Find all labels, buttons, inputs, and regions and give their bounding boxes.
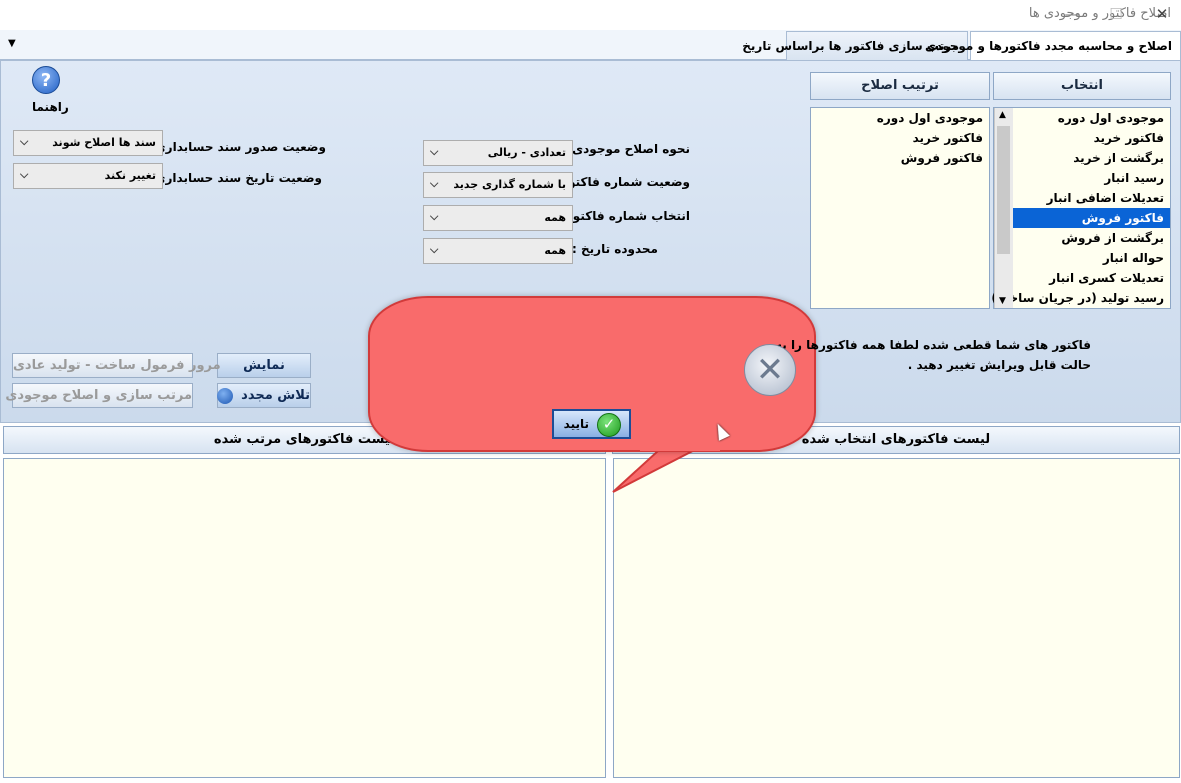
list-item-selected[interactable]: فاکتور فروش (1006, 208, 1170, 228)
list-item[interactable]: موجودی اول دوره (1006, 108, 1170, 128)
accounting-doc-status-label: وضعیت صدور سند حسابداری : (145, 140, 326, 154)
balloon-tail-join (640, 438, 720, 451)
sorted-invoices-list[interactable] (3, 458, 606, 778)
accounting-doc-date-select[interactable]: تغییر نکند ⌵ (13, 163, 163, 189)
inventory-fix-method-label: نحوه اصلاح موجودی : (563, 142, 690, 156)
tab-fix-invoices[interactable]: اصلاح و محاسبه مجدد فاکتورها و موجودی (925, 31, 1181, 61)
list-item[interactable]: تعدیلات اضافی انبار (1006, 188, 1170, 208)
invoice-number-select-label: انتخاب شماره فاکتور : (556, 209, 690, 223)
show-button[interactable]: نمایش (217, 353, 311, 378)
dialog-message: فاکتور های شما قطعی شده لطفا همه فاکتوره… (774, 338, 1091, 372)
invoice-number-status-label: وضعیت شماره فاکتور : (552, 175, 690, 189)
chevron-down-icon[interactable]: ⌵ (430, 243, 438, 257)
accounting-doc-date-label: وضعیت تاریخ سند حسابداری : (145, 171, 322, 185)
scroll-down-icon[interactable]: ▼ (999, 296, 1006, 306)
list-item[interactable]: رسید انبار (1006, 168, 1170, 188)
list-item[interactable]: فاکتور خرید (1006, 128, 1170, 148)
chevron-down-icon[interactable]: ⌵ (430, 177, 438, 191)
scroll-up-icon[interactable]: ▲ (999, 110, 1006, 120)
selected-invoices-list[interactable] (613, 458, 1180, 778)
close-window-icon[interactable]: ✕ (1140, 0, 1181, 30)
list-item[interactable]: فاکتور فروش (901, 148, 989, 168)
error-x-icon: ✕ (744, 344, 796, 396)
check-icon: ✓ (597, 413, 621, 437)
list-item[interactable]: حواله انبار (1006, 248, 1170, 268)
help-label: راهنما (32, 100, 69, 114)
chevron-down-icon[interactable]: ⌵ (20, 135, 28, 149)
scroll-thumb[interactable] (997, 126, 1010, 254)
date-range-select[interactable]: همه ⌵ (423, 238, 573, 264)
list-item[interactable]: رسید تولید (در جریان ساخت) (991, 288, 1170, 308)
list-item[interactable]: موجودی اول دوره (877, 108, 989, 128)
ok-button-label: تایید (563, 417, 589, 431)
order-header[interactable]: ترتیب اصلاح (810, 72, 990, 100)
refresh-icon (216, 387, 233, 404)
invoice-number-select[interactable]: همه ⌵ (423, 205, 573, 231)
accounting-doc-status-select[interactable]: سند ها اصلاح شوند ⌵ (13, 130, 163, 156)
review-formula-button[interactable]: مرور فرمول ساخت - تولید عادی (12, 353, 221, 378)
tab-menu-arrow-icon[interactable]: ▼ (8, 38, 16, 49)
inventory-fix-method-select[interactable]: تعدادی - ریالی ⌵ (423, 140, 573, 166)
selection-scrollbar[interactable]: ▲ ▼ (994, 108, 1013, 308)
list-item[interactable]: برگشت از فروش (1006, 228, 1170, 248)
list-item[interactable]: برگشت از خرید (1006, 148, 1170, 168)
help-icon[interactable]: ? (32, 66, 60, 94)
invoice-number-status-select[interactable]: با شماره گذاری جدید ⌵ (423, 172, 573, 198)
chevron-down-icon[interactable]: ⌵ (430, 210, 438, 224)
chevron-down-icon[interactable]: ⌵ (20, 168, 28, 182)
selection-list[interactable]: موجودی اول دوره فاکتور خرید برگشت از خری… (991, 107, 1171, 309)
ok-button[interactable]: تایید ✓ (552, 409, 631, 439)
title-bar (0, 0, 1181, 30)
minimize-window-icon[interactable]: — (1050, 0, 1094, 30)
retry-button[interactable]: تلاش مجدد (216, 383, 311, 408)
sort-fix-inventory-button[interactable]: مرتب سازی و اصلاح موجودی (5, 383, 193, 408)
selection-header[interactable]: انتخاب (993, 72, 1171, 100)
retry-button-label: تلاش مجدد (241, 388, 310, 403)
list-item[interactable]: تعدیلات کسری انبار (1006, 268, 1170, 288)
order-list[interactable]: موجودی اول دوره فاکتور خرید فاکتور فروش (810, 107, 990, 309)
list-item[interactable]: فاکتور خرید (913, 128, 989, 148)
chevron-down-icon[interactable]: ⌵ (430, 145, 438, 159)
sort-fix-label: مرتب سازی و اصلاح موجودی (5, 388, 192, 403)
maximize-window-icon[interactable]: ☐ (1094, 0, 1138, 30)
date-range-label: محدوده تاریخ : (572, 242, 658, 256)
